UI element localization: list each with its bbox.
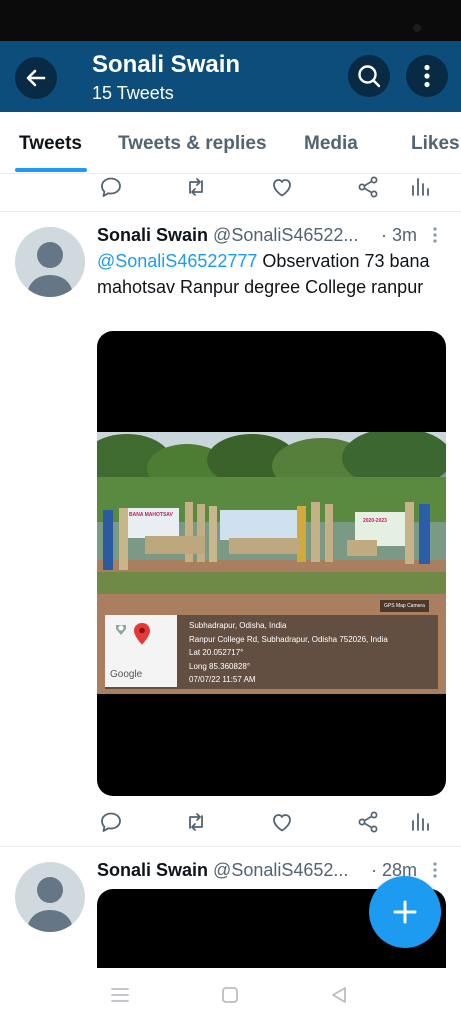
gps-lat: Lat 20.052717° xyxy=(189,648,244,657)
gps-address: Ranpur College Rd, Subhadrapur, Odisha 7… xyxy=(189,634,388,644)
search-icon xyxy=(358,65,381,88)
home-icon[interactable] xyxy=(221,986,239,1004)
avatar[interactable] xyxy=(15,227,85,297)
analytics-icon[interactable] xyxy=(408,810,432,834)
tweet-header: Sonali Swain @SonaliS46522... xyxy=(97,225,358,246)
default-avatar-icon xyxy=(27,877,73,932)
gps-datetime: 07/07/22 11:57 AM xyxy=(189,675,256,684)
system-navigation-bar xyxy=(0,968,461,1024)
menu-icon[interactable] xyxy=(110,986,130,1004)
avatar[interactable] xyxy=(15,862,85,932)
tab-media[interactable]: Media xyxy=(304,133,358,155)
back-button[interactable] xyxy=(15,57,57,99)
profile-name: Sonali Swain xyxy=(92,51,241,78)
tab-tweets[interactable]: Tweets xyxy=(19,133,82,155)
camera-cutout xyxy=(413,24,421,32)
tweet-header: Sonali Swain @SonaliS4652... xyxy=(97,860,348,881)
author-handle[interactable]: @SonaliS4652... xyxy=(213,860,348,880)
reply-icon[interactable] xyxy=(99,175,123,199)
gps-details: Subhadrapur, Odisha, India Ranpur Colleg… xyxy=(189,619,388,687)
tab-likes[interactable]: Likes xyxy=(411,133,460,155)
banner-text: 2020-2023 xyxy=(363,518,387,524)
gps-camera-tag: GPS Map Camera xyxy=(380,600,429,612)
like-icon[interactable] xyxy=(270,175,294,199)
search-button[interactable] xyxy=(348,55,390,97)
share-icon[interactable] xyxy=(356,810,380,834)
map-thumbnail: Google xyxy=(105,615,177,687)
author-handle[interactable]: @SonaliS46522... xyxy=(213,225,358,245)
analytics-icon[interactable] xyxy=(408,175,432,199)
tweet-divider xyxy=(0,211,461,212)
reply-icon[interactable] xyxy=(99,810,123,834)
more-options-button[interactable] xyxy=(406,55,448,97)
tweet-actions xyxy=(0,175,461,205)
tweet-count: 15 Tweets xyxy=(92,83,174,103)
gps-location: Subhadrapur, Odisha, India xyxy=(189,621,287,630)
like-icon[interactable] xyxy=(270,810,294,834)
plus-icon xyxy=(393,900,417,924)
tweet-text: @SonaliS46522777 Observation 73 bana mah… xyxy=(97,248,442,300)
back-triangle-icon[interactable] xyxy=(330,986,348,1004)
gps-overlay: Google Subhadrapur, Odisha, India Ranpur… xyxy=(105,615,438,689)
profile-tabs: Tweets Tweets & replies Media Likes xyxy=(0,112,461,174)
retweet-icon[interactable] xyxy=(184,175,208,199)
author-name[interactable]: Sonali Swain xyxy=(97,860,208,880)
gps-long: Long 85.360828° xyxy=(189,661,251,671)
profile-header: Sonali Swain 15 Tweets xyxy=(0,41,461,112)
tweet-photo[interactable]: BANA MAHOTSAV 2020-2023 GPS Map Camera G… xyxy=(97,432,446,694)
author-name[interactable]: Sonali Swain xyxy=(97,225,208,245)
tweet-more-icon[interactable] xyxy=(432,862,438,878)
share-icon[interactable] xyxy=(356,175,380,199)
tweet-media[interactable]: BANA MAHOTSAV 2020-2023 GPS Map Camera G… xyxy=(97,331,446,796)
tab-tweets-replies[interactable]: Tweets & replies xyxy=(118,133,267,155)
tweet-actions xyxy=(0,810,461,840)
retweet-icon[interactable] xyxy=(184,810,208,834)
mention-link[interactable]: @SonaliS46522777 xyxy=(97,251,257,271)
tweet-more-icon[interactable] xyxy=(432,227,438,243)
active-tab-indicator xyxy=(15,168,87,172)
compose-tweet-button[interactable] xyxy=(369,876,441,948)
default-avatar-icon xyxy=(27,242,73,297)
banner-text: BANA MAHOTSAV xyxy=(129,512,173,518)
tweet-divider xyxy=(0,846,461,847)
tweet-time: · 3m xyxy=(381,225,417,245)
more-vertical-icon xyxy=(424,64,430,88)
google-logo: Google xyxy=(110,669,143,680)
status-bar xyxy=(0,0,461,41)
arrow-left-icon xyxy=(26,69,46,87)
